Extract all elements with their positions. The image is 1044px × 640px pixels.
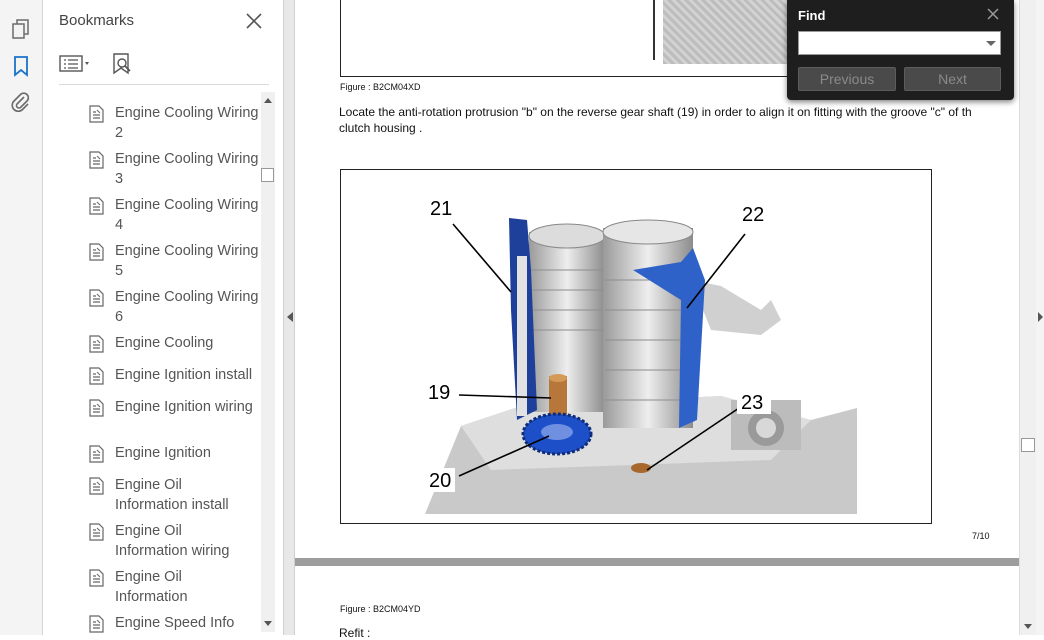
instruction-text-line2: clutch housing . bbox=[339, 121, 423, 135]
bookmark-label: Engine Cooling Wiring 2 bbox=[115, 105, 259, 141]
top-figure bbox=[340, 0, 790, 77]
panel-splitter[interactable] bbox=[283, 0, 295, 635]
bookmark-label: Engine Cooling Wiring 6 bbox=[115, 289, 259, 325]
find-dialog: Find Previous Next bbox=[787, 0, 1014, 100]
panel-title: Bookmarks bbox=[59, 12, 135, 29]
pages-icon[interactable] bbox=[9, 17, 33, 41]
bookmark-page-icon bbox=[89, 523, 104, 541]
callout-20: 20 bbox=[429, 470, 451, 492]
callout-19: 19 bbox=[428, 382, 450, 404]
bookmark-page-icon bbox=[89, 335, 104, 353]
document-scrollbar[interactable] bbox=[1019, 0, 1036, 635]
bookmark-icon[interactable] bbox=[9, 54, 33, 78]
collapse-left-icon[interactable] bbox=[287, 312, 293, 322]
bookmark-label: Engine Speed Info bbox=[115, 615, 235, 631]
scroll-up-icon[interactable] bbox=[264, 98, 272, 103]
bookmark-page-icon bbox=[89, 445, 104, 463]
page-separator bbox=[295, 558, 1019, 566]
callout-23: 23 bbox=[741, 392, 763, 414]
bookmark-page-icon bbox=[89, 477, 104, 495]
bookmark-label: Engine Oil Information bbox=[115, 569, 188, 605]
bookmark-page-icon bbox=[89, 615, 104, 633]
attachment-icon[interactable] bbox=[9, 90, 33, 114]
right-panel-toggle[interactable] bbox=[1036, 0, 1044, 635]
bookmark-page-icon bbox=[89, 151, 104, 169]
bookmark-page-icon bbox=[89, 243, 104, 261]
instruction-text: Locate the anti-rotation protrusion "b" … bbox=[339, 105, 972, 119]
next-button[interactable]: Next bbox=[904, 67, 1001, 91]
bookmark-page-icon bbox=[89, 289, 104, 307]
bookmark-label: Engine Oil Information wiring bbox=[115, 523, 230, 559]
scroll-thumb[interactable] bbox=[261, 168, 274, 182]
bookmark-label: Engine Ignition install bbox=[115, 367, 253, 383]
options-menu-icon[interactable] bbox=[59, 54, 93, 74]
gearbox-illustration: 21 22 19 23 20 bbox=[425, 196, 857, 514]
bookmark-page-icon bbox=[89, 569, 104, 587]
bookmarks-panel: Bookmarks Engine Cooling Wiring 2 Engine… bbox=[43, 0, 283, 635]
previous-button[interactable]: Previous bbox=[798, 67, 896, 91]
bookmark-page-icon bbox=[89, 367, 104, 385]
find-bookmark-icon[interactable] bbox=[111, 52, 133, 76]
next-text: Refit : bbox=[339, 626, 371, 640]
bookmark-label: Engine Cooling Wiring 5 bbox=[115, 243, 259, 279]
bookmark-label: Engine Cooling bbox=[115, 335, 214, 351]
bookmark-label: Engine Cooling Wiring 4 bbox=[115, 197, 259, 233]
scroll-down-icon[interactable] bbox=[264, 621, 272, 626]
figure-caption: Figure : B2CM04XD bbox=[340, 82, 421, 92]
bookmark-label: Engine Oil Information install bbox=[115, 477, 229, 513]
gearbox-figure: 21 22 19 23 20 bbox=[340, 169, 932, 524]
expand-right-icon[interactable] bbox=[1038, 312, 1043, 322]
bookmark-page-icon bbox=[89, 197, 104, 215]
bookmark-page-icon bbox=[89, 105, 104, 123]
scroll-thumb[interactable] bbox=[1021, 438, 1035, 452]
find-title: Find bbox=[798, 8, 826, 23]
figure-caption-next: Figure : B2CM04YD bbox=[340, 604, 421, 614]
panel-divider bbox=[59, 84, 269, 85]
page-number: 7/10 bbox=[972, 531, 990, 541]
bookmark-page-icon bbox=[89, 399, 104, 417]
close-icon[interactable] bbox=[986, 7, 1000, 21]
find-input[interactable] bbox=[798, 31, 1001, 55]
callout-21: 21 bbox=[430, 198, 452, 220]
close-icon[interactable] bbox=[243, 10, 265, 32]
bookmark-scrollbar[interactable] bbox=[261, 92, 275, 632]
navigation-rail bbox=[0, 0, 43, 635]
chevron-down-icon[interactable] bbox=[986, 41, 996, 46]
bookmark-label: Engine Ignition wiring bbox=[115, 399, 253, 415]
callout-22: 22 bbox=[742, 204, 764, 226]
scroll-down-icon[interactable] bbox=[1024, 624, 1032, 629]
bookmark-label: Engine Ignition bbox=[115, 445, 211, 461]
bookmark-list: Engine Cooling Wiring 2 Engine Cooling W… bbox=[43, 90, 261, 635]
bookmark-label: Engine Cooling Wiring 3 bbox=[115, 151, 259, 187]
